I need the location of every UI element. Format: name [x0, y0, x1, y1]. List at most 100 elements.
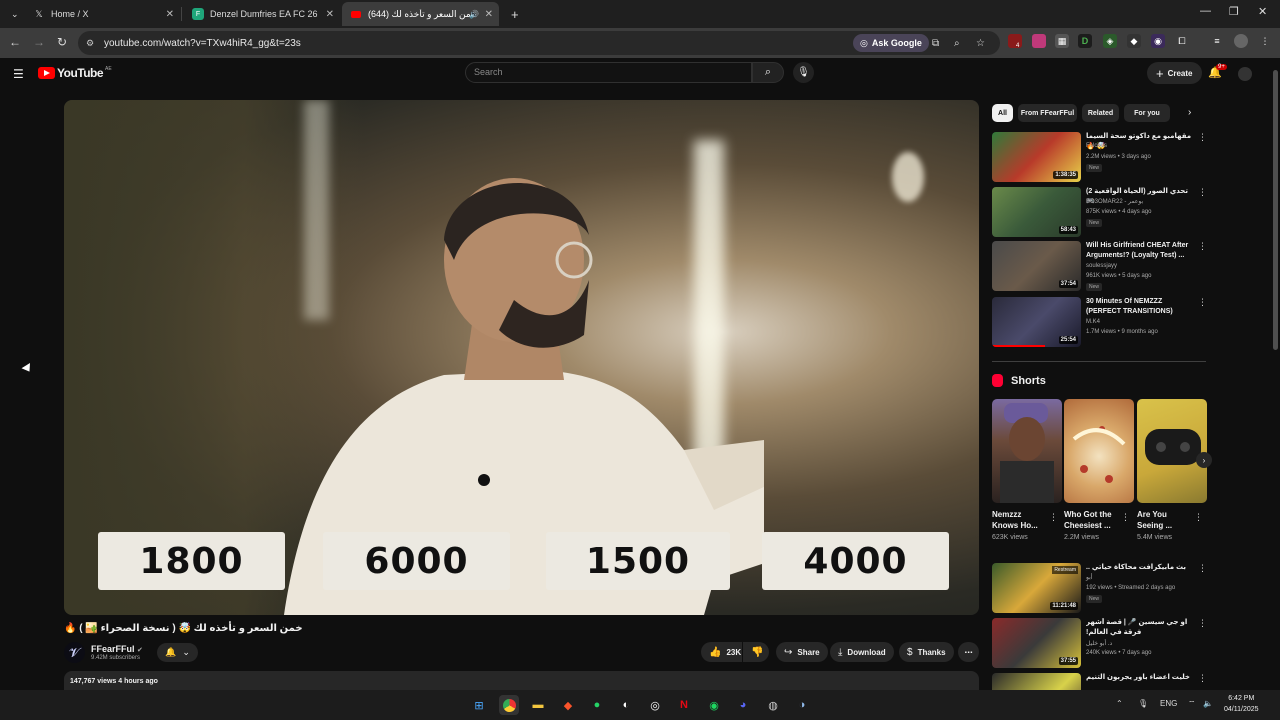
- channel-avatar[interactable]: 𝓥: [64, 642, 85, 663]
- short-title[interactable]: Are You Seeing ...: [1137, 509, 1193, 531]
- video-title[interactable]: او جي سيسين 🎤 | قصة أشهر فرقة في العالم!: [1086, 618, 1196, 638]
- site-info-icon[interactable]: ⚙: [86, 38, 94, 49]
- video-thumbnail[interactable]: 37:54: [992, 241, 1081, 291]
- recommendation-item[interactable]: 37:55 او جي سيسين 🎤 | قصة أشهر فرقة في ا…: [992, 618, 1207, 670]
- short-title[interactable]: Nemzzz Knows Ho...: [992, 509, 1048, 531]
- extensions-puzzle-icon[interactable]: ⧠: [1175, 34, 1189, 48]
- kebab-menu-icon[interactable]: ⋮: [1198, 297, 1207, 308]
- kebab-menu-icon[interactable]: ⋮: [1198, 563, 1207, 574]
- kebab-menu-icon[interactable]: ⋮: [1198, 618, 1207, 629]
- short-title[interactable]: Who Got the Cheesiest ...: [1064, 509, 1120, 531]
- short-thumbnail[interactable]: [992, 399, 1062, 503]
- like-button[interactable]: 👍 23K: [701, 642, 742, 662]
- netflix-icon[interactable]: N: [674, 695, 694, 715]
- voice-search-button[interactable]: 🎙: [793, 62, 814, 83]
- tab-x-home[interactable]: 𝕏 Home / X ✕: [25, 2, 180, 26]
- download-button[interactable]: ⤓ Download: [830, 642, 894, 662]
- browser-menu-icon[interactable]: ⋮: [1258, 34, 1272, 48]
- tab-futbin[interactable]: F Denzel Dumfries EA FC 26 - 84 ✕: [184, 2, 340, 26]
- recommendation-item[interactable]: خليت اعضاء باور يجربون التنيم ⋮: [992, 673, 1206, 690]
- speaker-icon[interactable]: 🔊: [469, 10, 479, 19]
- video-title[interactable]: Will His Girlfriend CHEAT After Argument…: [1086, 241, 1196, 261]
- kebab-menu-icon[interactable]: ⋮: [1198, 132, 1207, 143]
- channel-name[interactable]: د. أبو خليل: [1086, 640, 1112, 647]
- kebab-menu-icon[interactable]: ⋮: [1198, 673, 1206, 684]
- spotify-icon[interactable]: ◉: [704, 695, 724, 715]
- input-language[interactable]: ENG: [1160, 699, 1177, 708]
- extension-eye-icon[interactable]: ◉: [1151, 34, 1165, 48]
- reading-list-icon[interactable]: ≡: [1210, 34, 1224, 48]
- clock[interactable]: 6:42 PM 04/11/2025: [1224, 693, 1259, 715]
- steam-icon[interactable]: ◑: [792, 695, 812, 715]
- account-avatar[interactable]: [1238, 67, 1252, 81]
- dislike-button[interactable]: 👎: [743, 642, 769, 662]
- chip-related[interactable]: Related: [1082, 104, 1119, 122]
- menu-icon[interactable]: ☰: [13, 67, 24, 81]
- channel-name[interactable]: Falcons: [1086, 143, 1107, 149]
- chrome-icon[interactable]: [499, 695, 519, 715]
- scrollbar-thumb[interactable]: [1273, 70, 1278, 350]
- short-thumbnail[interactable]: [1064, 399, 1134, 503]
- whatsapp-icon[interactable]: ●: [587, 695, 607, 715]
- kebab-menu-icon[interactable]: ⋮: [1198, 241, 1207, 252]
- discord-icon[interactable]: ◕: [733, 695, 753, 715]
- reload-icon[interactable]: ↻: [57, 35, 67, 49]
- short-item[interactable]: Nemzzz Knows Ho... 623K views ⋮: [992, 399, 1062, 541]
- video-thumbnail[interactable]: 25:54: [992, 297, 1081, 347]
- more-actions-button[interactable]: ⋯: [958, 642, 979, 662]
- volume-icon[interactable]: 🔈: [1203, 699, 1213, 708]
- page-scrollbar[interactable]: [1271, 58, 1280, 698]
- recommendation-item[interactable]: 58:43 تحدي الصور (الحياة الواقعية 2) 🎮 B…: [992, 187, 1207, 239]
- tab-youtube-active[interactable]: (644) خمن السعر و تأخذه لك 🔊 ✕: [342, 2, 499, 26]
- chip-from-channel[interactable]: From FFearFFul: [1018, 104, 1077, 122]
- recommendation-item[interactable]: 1:38:35 مقهامبو مع داكوتو سحة السيما 🤯 🔥…: [992, 132, 1207, 184]
- video-player[interactable]: 1800 6000 1500 4000: [64, 100, 979, 615]
- video-title[interactable]: مقهامبو مع داكوتو سحة السيما 🤯 🔥: [1086, 132, 1196, 152]
- channel-name[interactable]: soulessjayy: [1086, 263, 1117, 269]
- start-windows-icon[interactable]: ⊞: [469, 695, 489, 715]
- thanks-button[interactable]: $ Thanks: [899, 642, 954, 662]
- create-button[interactable]: + Create: [1147, 62, 1202, 84]
- channel-name[interactable]: أبو: [1086, 574, 1092, 581]
- video-title[interactable]: بث مابيكرافت محاكاة حياتي ..: [1086, 563, 1196, 573]
- video-thumbnail[interactable]: Restream 11:21:48: [992, 563, 1081, 613]
- short-item[interactable]: Are You Seeing ... 5.4M views ⋮: [1137, 399, 1207, 541]
- back-icon[interactable]: ←: [9, 35, 21, 49]
- new-tab-button[interactable]: +: [503, 2, 523, 26]
- channel-name[interactable]: FFearFFul ✔: [91, 644, 143, 654]
- video-thumbnail[interactable]: [992, 673, 1081, 690]
- bookmark-star-icon[interactable]: ☆: [976, 38, 985, 49]
- install-app-icon[interactable]: ⧉: [932, 38, 939, 49]
- tray-mic-icon[interactable]: 🎙: [1138, 699, 1148, 708]
- close-icon[interactable]: ✕: [485, 9, 493, 20]
- recommendation-item[interactable]: Restream 11:21:48 بث مابيكرافت محاكاة حي…: [992, 563, 1207, 615]
- kebab-menu-icon[interactable]: ⋮: [1198, 187, 1207, 198]
- address-bar[interactable]: ⚙ youtube.com/watch?v=TXw4hiR4_gg&t=23s …: [78, 31, 1000, 55]
- github-icon[interactable]: ◐: [616, 695, 636, 715]
- video-thumbnail[interactable]: 37:55: [992, 618, 1081, 668]
- brave-icon[interactable]: ◆: [558, 695, 578, 715]
- video-title[interactable]: خليت اعضاء باور يجربون التنيم: [1086, 673, 1196, 683]
- kebab-menu-icon[interactable]: ⋮: [1121, 512, 1130, 523]
- video-thumbnail[interactable]: 1:38:35: [992, 132, 1081, 182]
- extension-shield-icon[interactable]: ◈: [1103, 34, 1117, 48]
- search-button[interactable]: ⌕: [752, 62, 784, 83]
- restore-icon[interactable]: ❐: [1229, 5, 1239, 18]
- shorts-next-icon[interactable]: ›: [1196, 452, 1212, 468]
- kebab-menu-icon[interactable]: ⋮: [1049, 512, 1058, 523]
- subscribed-bell-button[interactable]: 🔔 ⌄: [157, 643, 198, 662]
- youtube-logo[interactable]: YouTube AE: [38, 66, 112, 80]
- zoom-icon[interactable]: ⌕: [954, 38, 960, 49]
- recommendation-item[interactable]: 37:54 Will His Girlfriend CHEAT After Ar…: [992, 241, 1207, 293]
- tab-search-button[interactable]: ⌄: [3, 2, 25, 26]
- chips-next-icon[interactable]: ›: [1188, 107, 1191, 118]
- profile-avatar[interactable]: [1234, 34, 1248, 48]
- extension-diamond-icon[interactable]: ◆: [1127, 34, 1141, 48]
- channel-name[interactable]: M.K4: [1086, 319, 1100, 325]
- short-item[interactable]: Who Got the Cheesiest ... 2.2M views ⋮: [1064, 399, 1134, 541]
- file-explorer-icon[interactable]: ▬: [528, 695, 548, 715]
- chip-for-you[interactable]: For you: [1124, 104, 1170, 122]
- kebab-menu-icon[interactable]: ⋮: [1194, 512, 1203, 523]
- extension-pink-icon[interactable]: [1032, 34, 1046, 48]
- extension-d-icon[interactable]: D: [1078, 34, 1092, 48]
